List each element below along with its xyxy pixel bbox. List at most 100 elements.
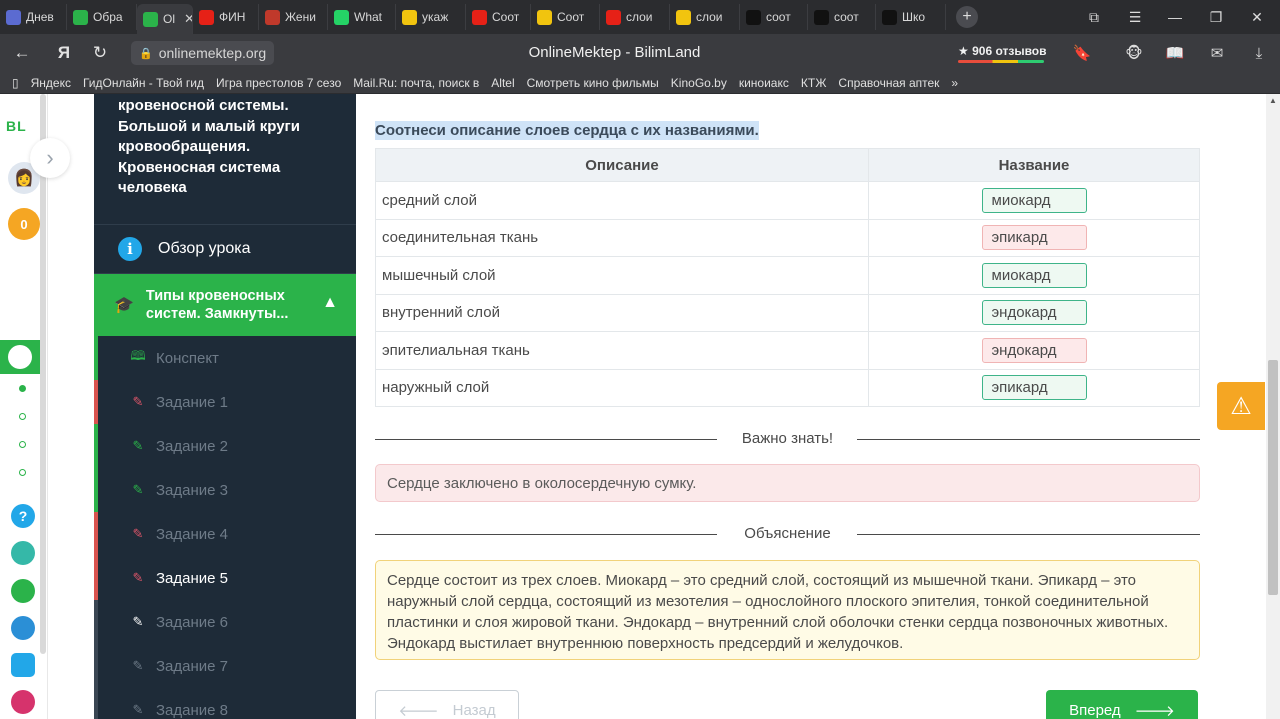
browser-tab[interactable]: ФИН	[193, 4, 259, 30]
browser-tab[interactable]: Соот	[531, 4, 600, 30]
back-button[interactable]: 🡐 Назад	[375, 690, 519, 719]
bookmark-item[interactable]: КТЖ	[801, 76, 827, 90]
answer-chip-correct[interactable]: миокард	[981, 187, 1087, 213]
sidebar-item-label: Конспект	[156, 349, 219, 367]
browser-tab[interactable]: Жени	[259, 4, 328, 30]
sidebar-item-task[interactable]: ✎ Задание 7	[94, 644, 356, 688]
menu-icon[interactable]: ☰	[1115, 0, 1155, 34]
bookmarks-folder-icon[interactable]: ▯	[12, 76, 19, 90]
answer-chip-correct[interactable]: миокард	[981, 262, 1087, 288]
bookmark-item[interactable]: Смотреть кино фильмы	[527, 76, 659, 90]
scroll-up-icon[interactable]: ▲	[1266, 96, 1280, 105]
browser-tab[interactable]: укаж	[396, 4, 466, 30]
bookmark-item[interactable]: Altel	[491, 76, 514, 90]
sidebar-item-task[interactable]: 🕮 Конспект	[94, 336, 356, 380]
bookmark-item[interactable]: Яндекс	[31, 76, 71, 90]
rail-dot[interactable]	[19, 441, 26, 448]
description-cell: наружный слой	[375, 368, 869, 407]
answer-chip-correct[interactable]: эпикард	[981, 375, 1087, 401]
yandex-home-icon[interactable]: Я	[48, 37, 80, 69]
sidebar-item-task[interactable]: ✎ Задание 5	[94, 556, 356, 600]
coins-badge[interactable]: 0	[8, 208, 40, 240]
sidebar-item-task[interactable]: ✎ Задание 3	[94, 468, 356, 512]
app-icon-1[interactable]	[11, 541, 35, 565]
reviews-badge[interactable]: ★ 906 отзывов	[958, 40, 1047, 66]
bookmark-item[interactable]: Справочная аптек	[838, 76, 939, 90]
sidebar-item-label: Задание 6	[156, 613, 229, 631]
arrow-left-icon: 🡐	[398, 702, 439, 719]
sidebar-item-label: Задание 4	[156, 525, 229, 543]
collapse-sidebar-button[interactable]: ›	[30, 138, 70, 178]
info-icon: i	[118, 237, 142, 261]
bookmark-item[interactable]: KinoGo.by	[671, 76, 727, 90]
sidebar-item-overview[interactable]: i Обзор урока	[94, 224, 356, 274]
rail-dot[interactable]	[19, 413, 26, 420]
bilimbook-app-icon[interactable]	[11, 616, 35, 640]
bookmark-item[interactable]: Mail.Ru: почта, поиск в	[353, 76, 479, 90]
bookmark-item[interactable]: Игра престолов 7 сезо	[216, 76, 341, 90]
sidebar-item-task[interactable]: ✎ Задание 2	[94, 424, 356, 468]
reading-list-icon[interactable]: 📖	[1164, 42, 1186, 64]
close-tab-icon[interactable]: ✕	[184, 11, 192, 27]
answer-chip-wrong[interactable]: эндокард	[981, 337, 1087, 363]
rail-dot[interactable]	[19, 469, 26, 476]
tests-app-icon[interactable]	[11, 653, 35, 677]
twig-app-icon[interactable]	[11, 690, 35, 714]
sidebar-section-current[interactable]: 🎓 Типы кровеносных систем. Замкнуты... ▲	[94, 274, 356, 336]
tab-label: Обра	[93, 10, 123, 24]
browser-tab[interactable]: слои	[670, 4, 740, 30]
answer-chip-correct[interactable]: эндокард	[981, 300, 1087, 326]
bilimland-logo[interactable]: BL	[6, 118, 27, 134]
maximize-button[interactable]: ❐	[1196, 0, 1236, 34]
scrollbar-thumb[interactable]	[1268, 360, 1278, 595]
browser-tab[interactable]: Соот	[466, 4, 531, 30]
hand-icon	[6, 9, 21, 25]
bilimland-app-icon[interactable]	[11, 579, 35, 603]
tab-label: ФИН	[219, 10, 246, 24]
sidebar-item-task[interactable]: ✎ Задание 4	[94, 512, 356, 556]
back-arrow-icon[interactable]: ←	[6, 37, 38, 69]
image-icon	[402, 9, 417, 25]
browser-tab[interactable]: соот	[808, 4, 876, 30]
edit-icon: ✎	[132, 570, 144, 585]
bookmark-item[interactable]: ГидОнлайн - Твой гид	[83, 76, 204, 90]
url-field[interactable]: 🔒 onlinemektep.org	[131, 41, 275, 65]
sidebar-item-task[interactable]: ✎ Задание 6	[94, 600, 356, 644]
sidebar-item-task[interactable]: ✎ Задание 8	[94, 688, 356, 719]
bookmarks-bar: ▯ Яндекс ГидОнлайн - Твой гид Игра престоло…	[0, 72, 1280, 94]
downloads-icon[interactable]: ⤓	[1248, 42, 1270, 64]
tab-label: Соот	[557, 10, 585, 24]
next-label: Вперед	[1069, 701, 1121, 719]
rail-dot[interactable]	[19, 385, 26, 392]
browser-tab[interactable]: What	[328, 4, 396, 30]
tab-label: Жени	[285, 10, 316, 24]
reload-icon[interactable]: ↻	[84, 37, 116, 69]
extension-icon[interactable]: 🐵	[1123, 42, 1145, 64]
browser-tab[interactable]: Шко	[876, 4, 946, 30]
minimize-button[interactable]: —	[1155, 0, 1195, 34]
bookmark-item[interactable]: киноиакс	[739, 76, 789, 90]
edit-icon: ✎	[132, 702, 144, 717]
collections-icon[interactable]: ⧉	[1074, 0, 1114, 34]
browser-tab[interactable]: соот	[740, 4, 808, 30]
bookmark-item[interactable]: »	[951, 76, 958, 90]
browser-tab[interactable]: Днев	[0, 4, 67, 30]
online-mektep-icon[interactable]	[0, 340, 40, 374]
mail-icon[interactable]: ✉	[1206, 42, 1228, 64]
browser-tab[interactable]: Обра	[67, 4, 137, 30]
browser-tab[interactable]: слои	[600, 4, 670, 30]
tab-label: Соот	[492, 10, 520, 24]
bookmark-icon[interactable]: 🔖	[1071, 42, 1093, 64]
next-button[interactable]: Вперед 🡒	[1046, 690, 1198, 719]
help-icon[interactable]: ?	[11, 504, 35, 528]
browser-tab[interactable]: Ol ✕	[137, 4, 193, 34]
report-problem-button[interactable]: ⚠	[1217, 382, 1265, 430]
rail-scrollbar[interactable]	[40, 94, 46, 654]
image-icon	[537, 9, 552, 25]
explanation-text: Сердце состоит из трех слоев. Миокард – …	[375, 560, 1200, 660]
new-tab-button[interactable]: +	[956, 6, 978, 28]
tab-label: укаж	[422, 10, 449, 24]
answer-chip-wrong[interactable]: эпикард	[981, 225, 1087, 251]
close-window-button[interactable]: ✕	[1237, 0, 1277, 34]
sidebar-item-task[interactable]: ✎ Задание 1	[94, 380, 356, 424]
